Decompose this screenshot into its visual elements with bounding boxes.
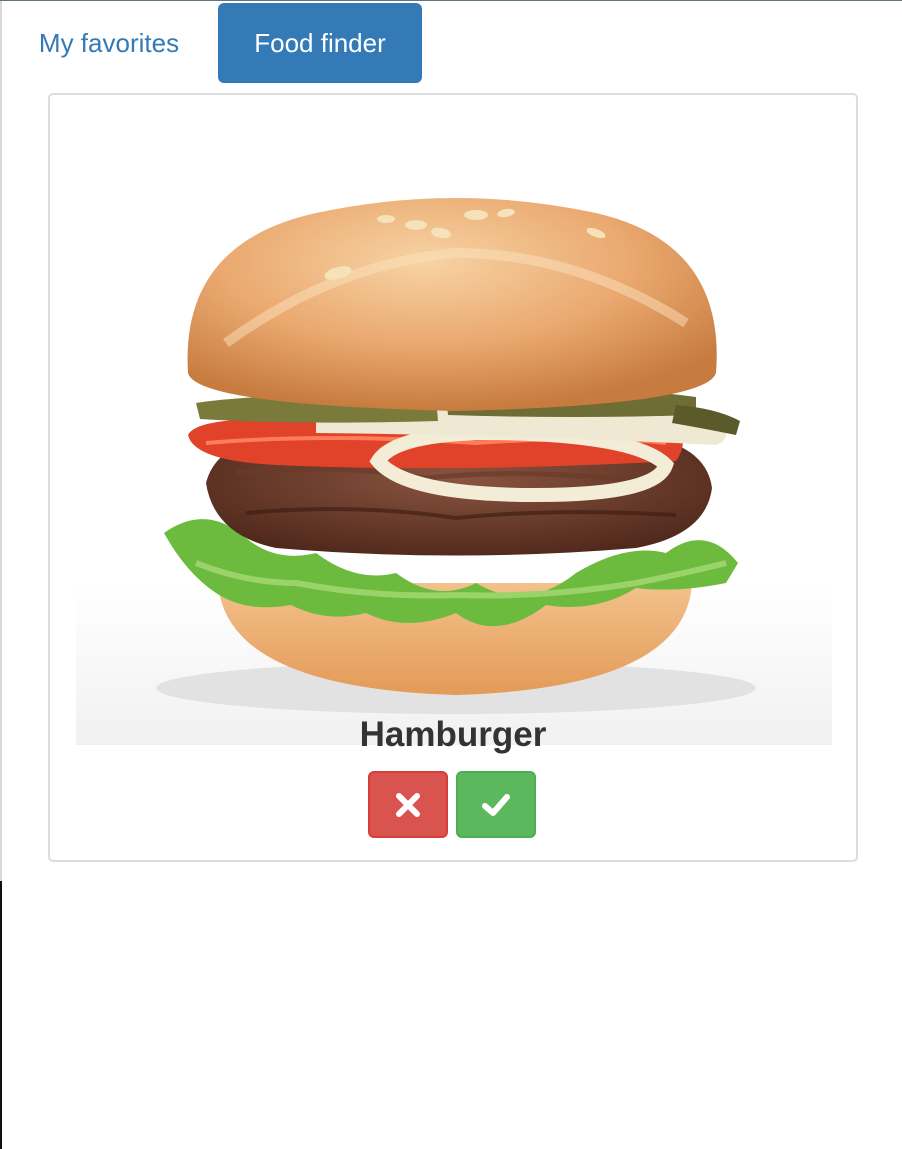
nav-tabs: My favorites Food finder [0,3,902,83]
app-frame: My favorites Food finder Hamburger [0,0,902,1149]
hamburger-image [76,143,832,745]
times-icon [396,792,420,817]
food-card: Hamburger [48,93,858,862]
tab-my-favorites[interactable]: My favorites [14,3,204,83]
window-edge [0,1,2,1149]
food-name: Hamburger [359,715,547,754]
tab-food-finder[interactable]: Food finder [218,3,422,83]
reject-button[interactable] [368,771,448,838]
accept-button[interactable] [456,771,536,838]
check-icon [482,793,510,816]
